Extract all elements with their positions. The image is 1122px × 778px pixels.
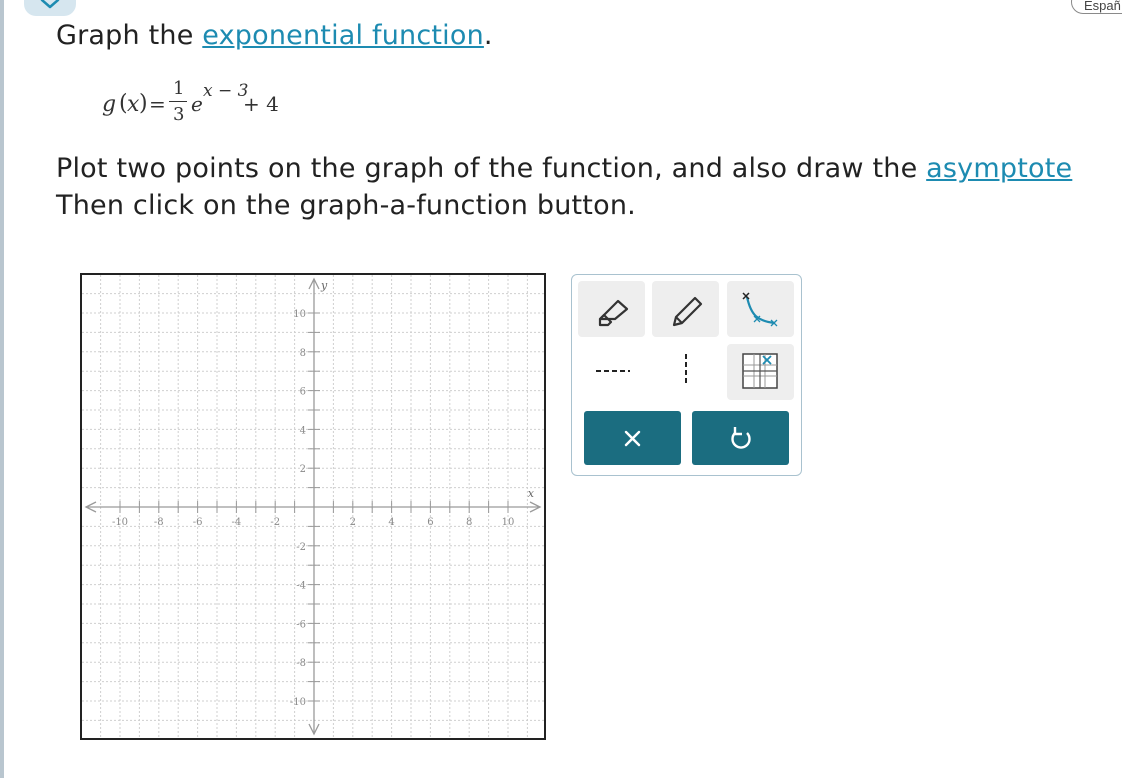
x-tick-label: 8 xyxy=(466,517,472,528)
formula-constant: + 4 xyxy=(243,92,279,116)
undo-icon xyxy=(731,427,751,449)
question-line-1: Graph the exponential function. xyxy=(56,20,493,51)
y-tick-label: -8 xyxy=(296,658,306,669)
y-tick-label: -10 xyxy=(290,697,306,708)
formula-coef-denominator: 3 xyxy=(173,104,185,125)
x-tick-label: -8 xyxy=(154,517,164,528)
y-tick-label: 6 xyxy=(300,387,306,398)
dashed-vertical-line-icon xyxy=(685,354,687,386)
question-text: Plot two points on the graph of the func… xyxy=(56,153,927,184)
pencil-icon xyxy=(672,296,703,327)
question-line-2: Plot two points on the graph of the func… xyxy=(56,153,1072,184)
undo-button[interactable] xyxy=(692,411,789,465)
y-tick-label: 4 xyxy=(300,425,306,436)
graph-function-button[interactable] xyxy=(727,281,794,337)
graph-function-icon xyxy=(742,292,778,327)
formula-coef-numerator: 1 xyxy=(173,78,185,99)
grid-toggle-button[interactable] xyxy=(727,344,794,400)
y-axis-label: y xyxy=(320,279,328,292)
left-rail xyxy=(0,0,4,778)
formula-function-name: g xyxy=(102,92,117,117)
x-tick-label: -2 xyxy=(270,517,280,528)
x-tick-label: 10 xyxy=(502,517,515,528)
formula-equals: = xyxy=(149,92,166,116)
x-tick-label: -6 xyxy=(193,517,203,528)
vertical-asymptote-button[interactable] xyxy=(652,344,719,400)
language-button[interactable]: Españ xyxy=(1071,0,1122,14)
eraser-icon xyxy=(598,299,629,327)
y-tick-label: 2 xyxy=(300,464,306,475)
graph-area[interactable]: -10 -8 -6 -4 -2 2 4 6 8 10 10 8 6 4 2 -2 -4 -6 -8 -10 x y xyxy=(80,273,546,740)
clear-icon xyxy=(624,430,641,447)
formula-base: e xyxy=(191,92,203,116)
chevron-down-icon xyxy=(40,0,60,9)
x-axis-label: x xyxy=(528,487,535,500)
x-tick-label: 4 xyxy=(388,517,394,528)
graph-toolbox xyxy=(571,274,802,476)
dashed-horizontal-line-icon xyxy=(596,370,630,372)
horizontal-asymptote-button[interactable] xyxy=(578,344,645,400)
eraser-tool-button[interactable] xyxy=(578,281,645,337)
asymptote-link[interactable]: asymptote xyxy=(926,153,1072,184)
question-period: . xyxy=(483,20,493,51)
y-tick-label: 8 xyxy=(300,348,306,359)
x-tick-label: 6 xyxy=(427,517,433,528)
exponential-function-link[interactable]: exponential function xyxy=(202,20,484,51)
y-tick-label: -6 xyxy=(296,619,306,630)
y-tick-label: -4 xyxy=(296,581,306,592)
grid-toggle-icon xyxy=(742,353,778,389)
pencil-tool-button[interactable] xyxy=(652,281,719,337)
y-tick-label: 10 xyxy=(293,309,306,320)
formula-close-paren: ) xyxy=(139,91,148,116)
y-tick-label: -2 xyxy=(296,542,306,553)
question-line-3: Then click on the graph-a-function butto… xyxy=(56,190,636,221)
formula-exponent: x − 3 xyxy=(203,81,249,101)
question-text: Graph the xyxy=(56,20,203,51)
x-tick-label: 2 xyxy=(350,517,356,528)
collapse-button[interactable] xyxy=(24,0,76,16)
formula-variable: x xyxy=(127,92,140,117)
clear-button[interactable] xyxy=(584,411,681,465)
x-tick-label: -10 xyxy=(112,517,128,528)
formula-fraction-bar xyxy=(169,101,187,102)
coordinate-grid[interactable]: -10 -8 -6 -4 -2 2 4 6 8 10 10 8 6 4 2 -2 -4 -6 -8 -10 x y xyxy=(82,275,544,738)
x-tick-label: -4 xyxy=(232,517,242,528)
